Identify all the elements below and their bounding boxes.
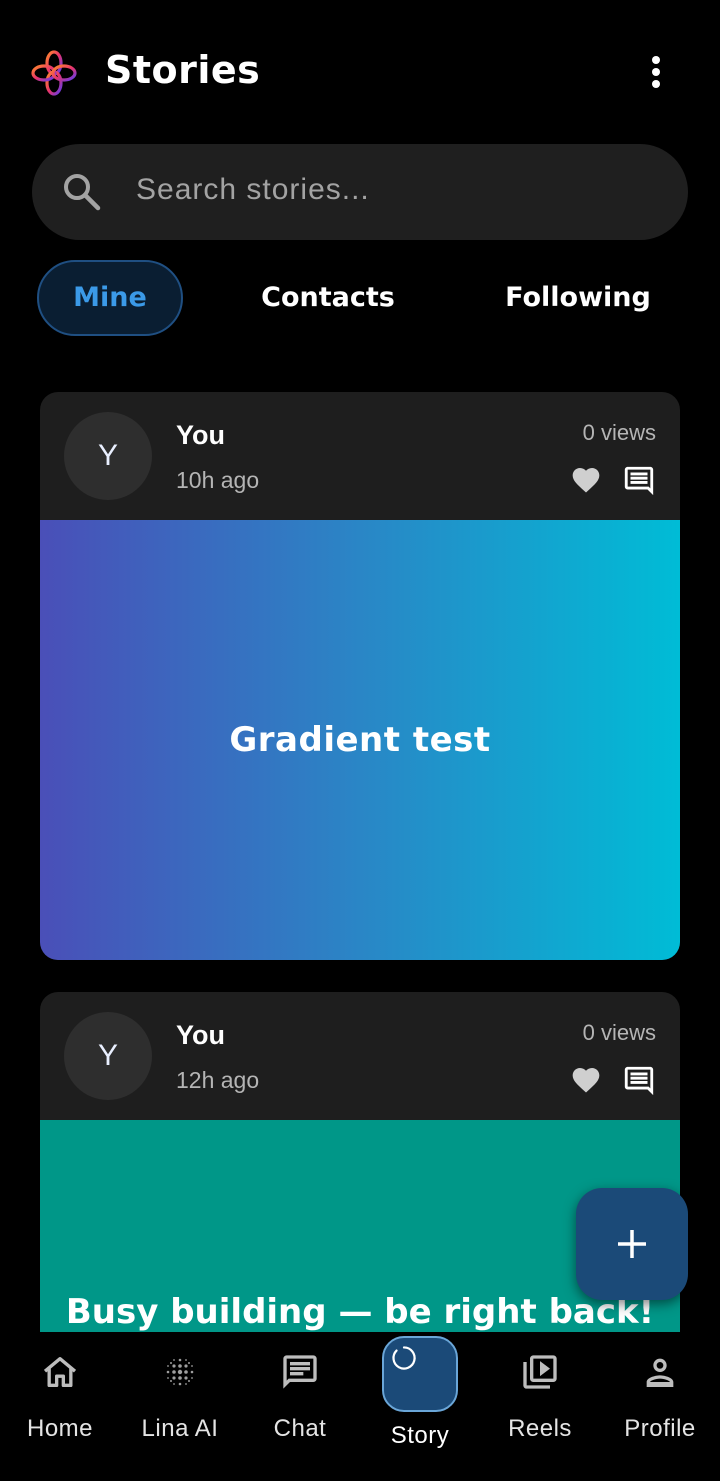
more-menu-button[interactable] [636,52,676,92]
reels-icon [523,1355,557,1389]
search-icon [64,174,101,211]
nav-reels[interactable]: Reels [480,1332,600,1481]
story-card[interactable]: Y You 10h ago 0 views Gradient test [40,392,680,960]
add-story-button[interactable] [576,1188,688,1300]
story-text: Gradient test [229,720,491,760]
story-views: 0 views [582,420,656,445]
nav-label: Chat [273,1415,327,1442]
comment-icon[interactable] [622,464,656,498]
story-active-indicator [382,1336,458,1412]
story-views: 0 views [582,1020,656,1045]
avatar[interactable]: Y [64,1012,152,1100]
search-input[interactable]: Search stories... [136,173,370,207]
comment-icon[interactable] [622,1064,656,1098]
heart-icon[interactable] [570,1064,602,1096]
bottom-nav: Home Lina AI Chat Story Reels Profile [0,1332,720,1481]
home-icon [43,1357,77,1387]
app-header: Stories [0,0,720,144]
flower-logo-icon [31,50,77,96]
nav-label: Home [26,1415,94,1442]
tab-mine[interactable]: Mine [37,260,183,336]
tab-following[interactable]: Following [488,260,668,336]
dots-grid-icon [166,1358,194,1386]
search-bar[interactable]: Search stories... [32,144,688,240]
nav-profile[interactable]: Profile [600,1332,720,1481]
plus-icon [618,1230,646,1258]
filter-tabs: Mine Contacts Following [0,260,720,336]
story-card-header: Y You 12h ago 0 views [40,992,680,1120]
story-card-header: Y You 10h ago 0 views [40,392,680,520]
story-time: 10h ago [176,467,260,493]
page-title: Stories [105,48,261,92]
nav-label: Reels [508,1415,572,1442]
nav-label: Lina AI [141,1415,219,1442]
story-text: Busy building — be right back! [65,1292,655,1332]
story-time: 12h ago [176,1067,260,1093]
nav-story[interactable]: Story [360,1332,480,1481]
tab-contacts[interactable]: Contacts [228,260,428,336]
story-author: You [176,420,225,450]
story-author: You [176,1020,225,1050]
story-ring-icon [392,1346,416,1370]
chat-icon [283,1355,317,1389]
profile-icon [646,1358,674,1387]
nav-label: Story [390,1422,450,1449]
nav-label: Profile [624,1415,696,1442]
more-vertical-icon [652,56,660,64]
story-content[interactable]: Gradient test [40,520,680,960]
nav-chat[interactable]: Chat [240,1332,360,1481]
nav-lina-ai[interactable]: Lina AI [120,1332,240,1481]
heart-icon[interactable] [570,464,602,496]
nav-home[interactable]: Home [0,1332,120,1481]
avatar[interactable]: Y [64,412,152,500]
